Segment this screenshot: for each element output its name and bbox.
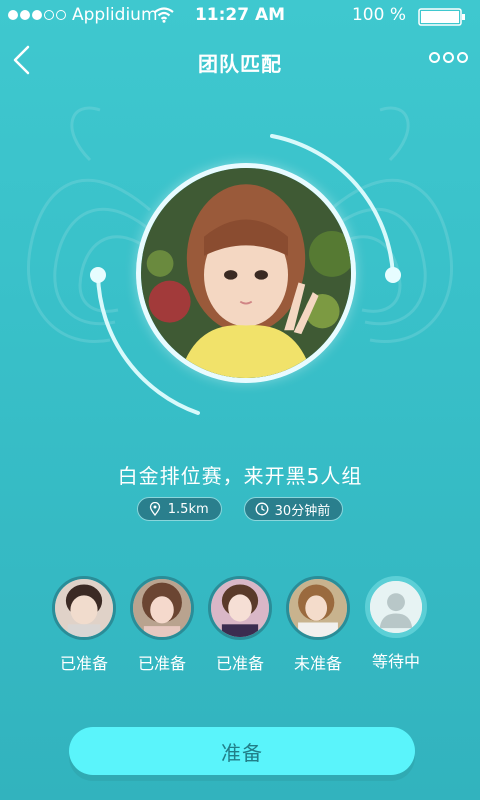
distance-value: 1.5km xyxy=(167,501,209,517)
member-avatar[interactable] xyxy=(286,576,350,640)
member-slot[interactable]: 已准备 xyxy=(126,576,198,674)
member-slot[interactable]: 已准备 xyxy=(204,576,276,674)
team-members: 已准备 已准备 已准备 未准备 等待中 xyxy=(48,576,432,674)
ready-button[interactable]: 准备 xyxy=(69,727,415,775)
member-avatar[interactable] xyxy=(52,576,116,640)
distance-badge: 1.5km xyxy=(136,497,222,521)
page-title: 团队匹配 xyxy=(198,52,282,76)
battery-icon xyxy=(418,8,465,26)
host-avatar[interactable] xyxy=(136,163,356,383)
member-status-label: 未准备 xyxy=(293,654,342,673)
match-tags: 1.5km 30分钟前 xyxy=(0,497,480,521)
time-ago-value: 30分钟前 xyxy=(274,503,331,519)
status-bar: Applidium 11:27 AM 100 % xyxy=(0,0,480,30)
member-slot[interactable]: 未准备 xyxy=(282,576,354,674)
placeholder-user-icon[interactable] xyxy=(365,576,427,638)
nav-bar: 团队匹配 xyxy=(0,34,480,86)
member-avatar[interactable] xyxy=(208,576,272,640)
clock-icon xyxy=(255,502,269,516)
status-time: 11:27 AM xyxy=(194,5,286,25)
battery-percentage: 100 % xyxy=(351,5,406,25)
more-options-icon[interactable] xyxy=(429,52,468,63)
member-status-label: 已准备 xyxy=(59,654,108,673)
member-status-label: 等待中 xyxy=(371,652,420,671)
member-slot[interactable]: 等待中 xyxy=(360,576,432,674)
location-pin-icon xyxy=(149,502,160,516)
match-title: 白金排位赛，来开黑5人组 xyxy=(117,464,363,488)
member-slot[interactable]: 已准备 xyxy=(48,576,120,674)
time-badge: 30分钟前 xyxy=(243,497,344,521)
member-status-label: 已准备 xyxy=(137,654,186,673)
member-status-label: 已准备 xyxy=(215,654,264,673)
member-avatar[interactable] xyxy=(130,576,194,640)
